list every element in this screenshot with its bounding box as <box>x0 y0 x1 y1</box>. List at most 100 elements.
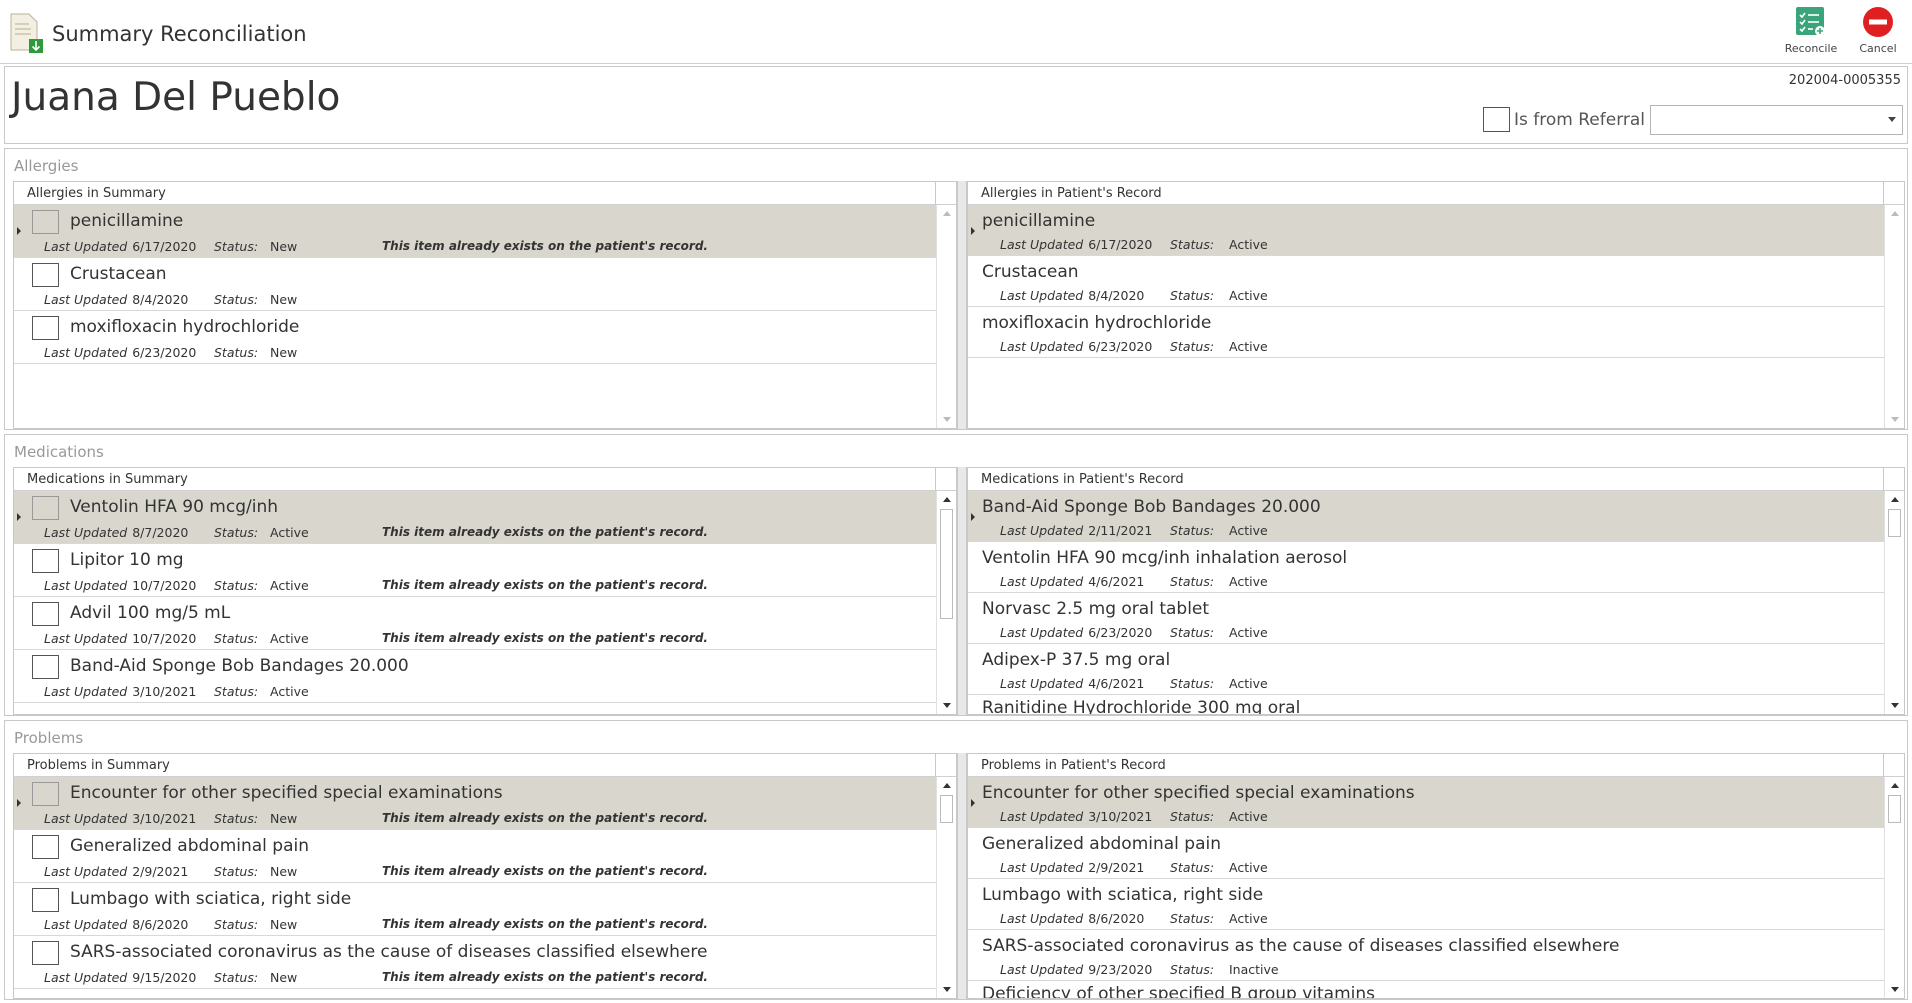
scroll-up-icon[interactable] <box>1891 783 1899 788</box>
last-updated-value: 3/10/2021 <box>1088 809 1153 824</box>
allergies-summary-header: Allergies in Summary <box>14 182 956 205</box>
list-item[interactable]: Generalized abdominal pain Last Updated 2/… <box>14 830 936 883</box>
problems-summary-scrollbar[interactable] <box>936 777 956 998</box>
scroll-up-icon[interactable] <box>943 497 951 502</box>
item-meta: Last Updated 2/9/2021 Status: New This item … <box>44 864 708 879</box>
item-meta: Last Updated 3/10/2021 Status: New This item… <box>44 811 708 826</box>
status-value: New <box>270 292 298 307</box>
list-item[interactable]: Lumbago with sciatica, right side Last Up… <box>968 879 1884 930</box>
scroll-down-icon[interactable] <box>943 987 951 992</box>
last-updated-value: 3/10/2021 <box>132 684 197 699</box>
list-item[interactable]: moxifloxacin hydrochloride Last Updated 6/… <box>968 307 1884 358</box>
item-checkbox[interactable] <box>32 210 59 234</box>
problems-record-scrollbar[interactable] <box>1884 777 1904 998</box>
scroll-down-icon[interactable] <box>1891 703 1899 708</box>
item-checkbox[interactable] <box>32 549 59 573</box>
item-name: Generalized abdominal pain <box>982 834 1222 854</box>
list-item[interactable]: penicillamine Last Updated 6/17/2020 Status… <box>968 205 1884 256</box>
list-item[interactable]: Adipex-P 37.5 mg oral Last Updated 4/6/202… <box>968 644 1884 695</box>
status-value: Active <box>1229 523 1268 538</box>
exists-notice: This item already exists on the patient'… <box>382 525 708 539</box>
list-item[interactable]: SARS-associated coronavirus as the cause… <box>968 930 1884 981</box>
item-name: Generalized abdominal pain <box>70 836 310 856</box>
scroll-thumb[interactable] <box>1888 795 1901 823</box>
status-label: Status: <box>214 917 259 932</box>
reconcile-label: Reconcile <box>1784 42 1838 55</box>
status-value: Active <box>270 631 309 646</box>
status-value: New <box>270 917 298 932</box>
item-checkbox[interactable] <box>32 655 59 679</box>
scroll-thumb[interactable] <box>940 509 953 619</box>
cancel-button[interactable]: Cancel <box>1846 6 1910 60</box>
list-item[interactable]: Encounter for other specified special ex… <box>968 777 1884 828</box>
list-item[interactable]: Advil 100 mg/5 mL Last Updated 10/7/2020 St… <box>14 597 936 650</box>
list-item[interactable]: Lumbago with sciatica, right side Last Up… <box>14 883 936 936</box>
list-item[interactable]: Generalized abdominal pain Last Updated 2/… <box>968 828 1884 879</box>
scroll-up-icon[interactable] <box>943 211 951 216</box>
list-item[interactable]: Crustacean Last Updated 8/4/2020 Status: New <box>14 258 936 311</box>
list-item[interactable]: Band-Aid Sponge Bob Bandages 20.000 Last … <box>968 491 1884 542</box>
problems-splitter[interactable] <box>957 753 967 999</box>
scroll-up-icon[interactable] <box>1891 497 1899 502</box>
item-checkbox[interactable] <box>32 782 59 806</box>
item-meta: Last Updated 10/7/2020 Status: Active This i… <box>44 631 708 646</box>
last-updated-value: 3/10/2021 <box>132 811 197 826</box>
item-meta: Last Updated 6/23/2020 Status: Active <box>1000 625 1268 640</box>
medications-splitter[interactable] <box>957 467 967 715</box>
medications-summary-scrollbar[interactable] <box>936 491 956 714</box>
scroll-down-icon[interactable] <box>1891 987 1899 992</box>
list-item[interactable]: Band-Aid Sponge Bob Bandages 20.000 Last … <box>14 650 936 703</box>
allergies-splitter[interactable] <box>957 181 967 429</box>
list-item[interactable]: moxifloxacin hydrochloride Last Updated 6/… <box>14 311 936 364</box>
scroll-up-icon[interactable] <box>1891 211 1899 216</box>
scroll-thumb[interactable] <box>940 795 953 823</box>
scroll-down-icon[interactable] <box>943 703 951 708</box>
item-checkbox[interactable] <box>32 602 59 626</box>
item-name: Encounter for other specified special ex… <box>70 783 503 803</box>
referral-checkbox[interactable] <box>1483 107 1510 132</box>
medications-record-scrollbar[interactable] <box>1884 491 1904 714</box>
item-meta: Last Updated 8/6/2020 Status: Active <box>1000 911 1268 926</box>
problems-record-list: Encounter for other specified special ex… <box>968 777 1904 981</box>
status-value: Active <box>1229 809 1268 824</box>
item-checkbox[interactable] <box>32 263 59 287</box>
list-item[interactable]: Encounter for other specified special ex… <box>14 777 936 830</box>
list-item[interactable]: Lipitor 10 mg Last Updated 10/7/2020 Status… <box>14 544 936 597</box>
list-item[interactable]: Ventolin HFA 90 mcg/inh Last Updated 8/7/2… <box>14 491 936 544</box>
list-item[interactable]: Crustacean Last Updated 8/4/2020 Status: Act… <box>968 256 1884 307</box>
list-item[interactable]: SARS-associated coronavirus as the cause… <box>14 936 936 989</box>
item-meta: Last Updated 3/10/2021 Status: Active <box>44 684 309 699</box>
item-name: Advil 100 mg/5 mL <box>70 603 231 623</box>
referral-select[interactable] <box>1650 105 1903 135</box>
last-updated-value: 10/7/2020 <box>132 578 197 593</box>
item-name: Band-Aid Sponge Bob Bandages 20.000 <box>982 497 1321 517</box>
medications-summary-panel: Medications in Summary Ventolin HFA 90 m… <box>13 467 957 715</box>
last-updated-label: Last Updated <box>1000 911 1084 926</box>
item-checkbox[interactable] <box>32 888 59 912</box>
allergies-record-scrollbar[interactable] <box>1884 205 1904 428</box>
scroll-thumb[interactable] <box>1888 509 1901 537</box>
last-updated-label: Last Updated <box>1000 962 1084 977</box>
status-value: Active <box>270 684 309 699</box>
status-label: Status: <box>1170 574 1215 589</box>
scroll-down-icon[interactable] <box>1891 417 1899 422</box>
item-checkbox[interactable] <box>32 316 59 340</box>
referral-label: Is from Referral <box>1514 109 1646 130</box>
scroll-up-icon[interactable] <box>943 783 951 788</box>
allergies-summary-scrollbar[interactable] <box>936 205 956 428</box>
status-value: Active <box>1229 676 1268 691</box>
item-checkbox[interactable] <box>32 835 59 859</box>
list-item[interactable]: Norvasc 2.5 mg oral tablet Last Updated 6/… <box>968 593 1884 644</box>
scroll-down-icon[interactable] <box>943 417 951 422</box>
reconcile-button[interactable]: Reconcile <box>1779 6 1843 60</box>
list-item[interactable]: Ventolin HFA 90 mcg/inh inhalation aeros… <box>968 542 1884 593</box>
item-meta: Last Updated 9/15/2020 Status: New This item… <box>44 970 708 985</box>
item-checkbox[interactable] <box>32 941 59 965</box>
last-updated-value: 8/4/2020 <box>132 292 189 307</box>
exists-notice: This item already exists on the patient'… <box>382 811 708 825</box>
list-item[interactable]: penicillamine Last Updated 6/17/2020 Status… <box>14 205 936 258</box>
item-checkbox[interactable] <box>32 496 59 520</box>
referral-toggle[interactable]: Is from Referral <box>1483 107 1645 132</box>
problems-record-panel: Problems in Patient's Record Encounter f… <box>967 753 1905 999</box>
reconcile-checklist-icon <box>1796 7 1825 36</box>
